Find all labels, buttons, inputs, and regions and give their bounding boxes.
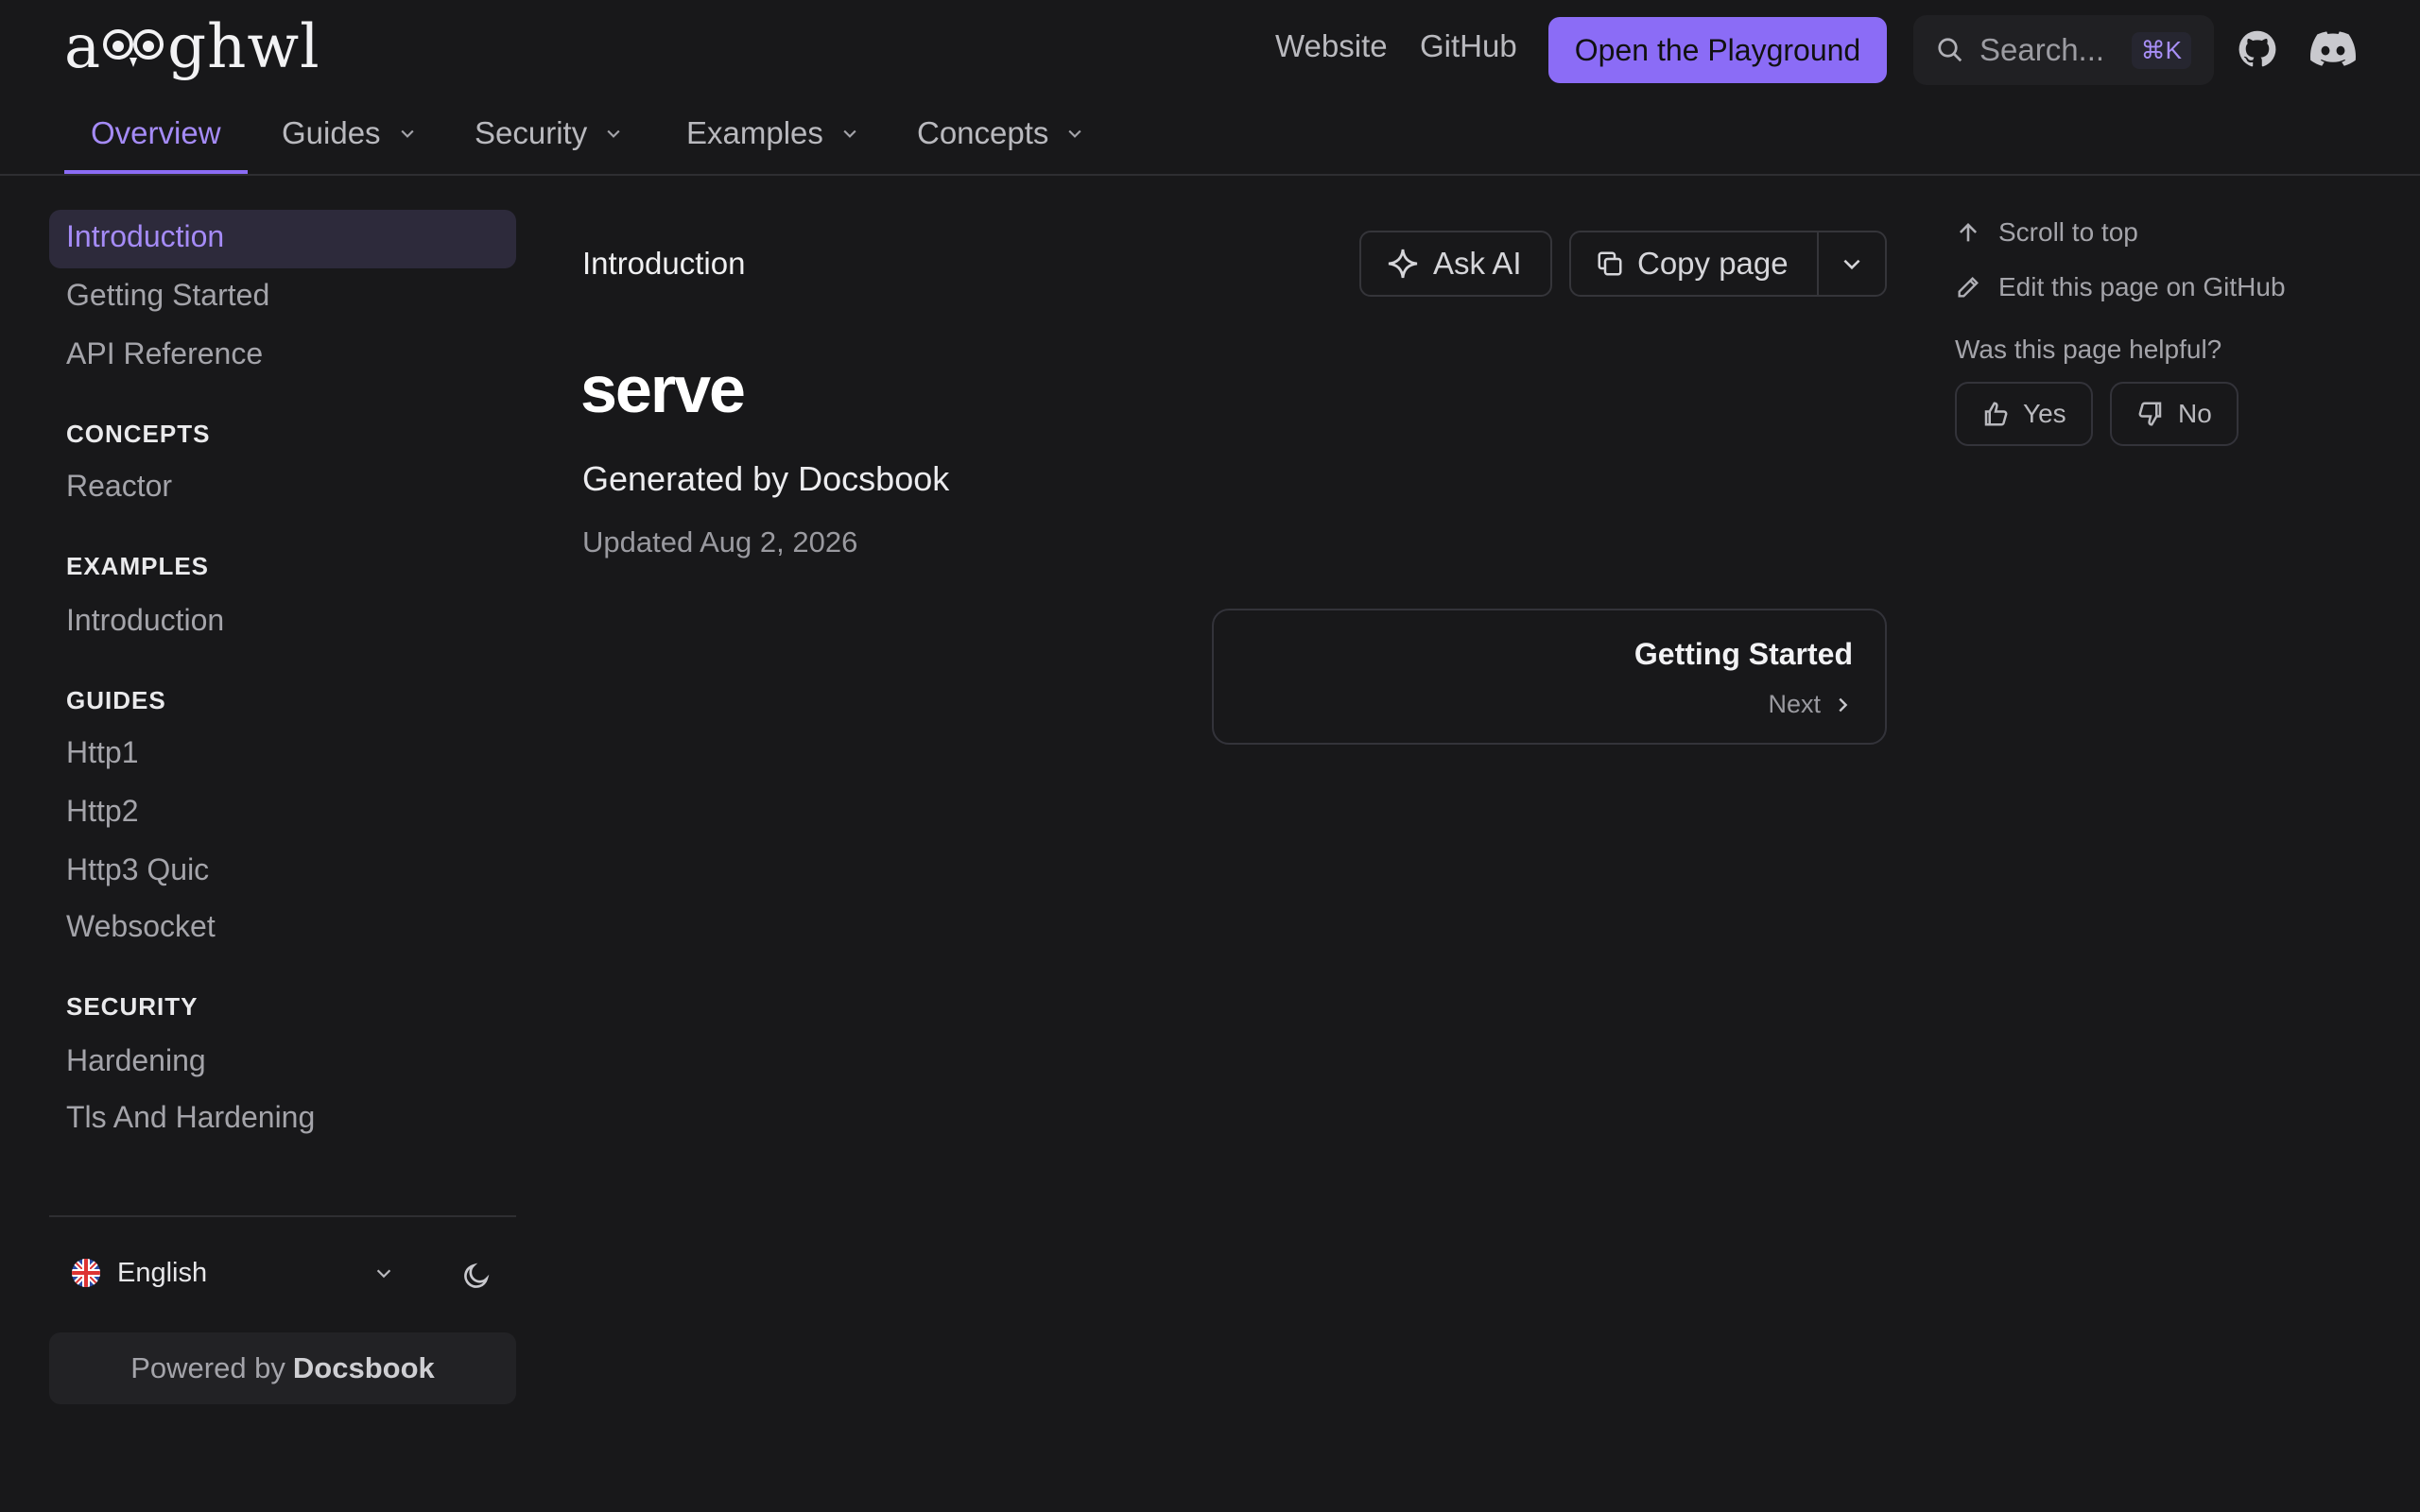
sidebar-divider [49, 1215, 516, 1217]
language-select[interactable]: English [70, 1257, 394, 1289]
powered-by-badge[interactable]: Powered by Docsbook [49, 1332, 516, 1404]
tab-label: Overview [91, 115, 221, 150]
sidebar-item-websocket[interactable]: Websocket [66, 909, 216, 944]
chevron-down-icon [607, 129, 620, 138]
yes-label: Yes [2023, 399, 2066, 428]
sidebar-item-getting-started[interactable]: Getting Started [66, 278, 269, 313]
sidebar-item-hardening[interactable]: Hardening [66, 1043, 206, 1078]
updated-date: Updated Aug 2, 2026 [582, 525, 858, 558]
tab-concepts[interactable]: Concepts [917, 115, 1084, 151]
ask-ai-button[interactable]: Ask AI [1359, 231, 1552, 297]
website-link[interactable]: Website [1275, 28, 1388, 64]
thumbs-up-icon [1984, 402, 2008, 426]
language-label: English [117, 1257, 208, 1288]
logo-text-tail: ghwl [167, 12, 320, 82]
tab-overview[interactable]: Overview [91, 115, 221, 151]
sidebar-item-introduction[interactable]: Introduction [66, 219, 224, 254]
helpful-yes-button[interactable]: Yes [1955, 382, 2093, 446]
sidebar-heading-guides: GUIDES [66, 686, 166, 714]
arrow-up-icon [1959, 223, 1978, 242]
chevron-down-icon [400, 129, 414, 138]
next-page-label: Next [1768, 690, 1853, 719]
github-link[interactable]: GitHub [1420, 28, 1517, 64]
tab-examples[interactable]: Examples [686, 115, 859, 151]
copy-icon [1598, 251, 1622, 276]
search-input[interactable]: Search... ⌘K [1913, 15, 2214, 85]
powered-prefix: Powered by [130, 1351, 285, 1384]
chevron-down-icon [843, 129, 856, 138]
edit-on-github-label: Edit this page on GitHub [1998, 272, 2286, 301]
logo-text: a [64, 12, 102, 82]
search-placeholder: Search... [1979, 32, 2105, 67]
next-page-card[interactable]: Getting Started Next [1212, 609, 1887, 745]
sidebar-item-api-reference[interactable]: API Reference [66, 336, 263, 371]
copy-page-label[interactable]: Copy page [1637, 246, 1789, 282]
pencil-icon [1958, 277, 1979, 298]
tab-label: Concepts [917, 115, 1049, 150]
copy-page-button-group: Copy page [1569, 231, 1887, 297]
breadcrumb: Introduction [582, 246, 746, 281]
tab-label: Examples [686, 115, 823, 150]
chevron-down-icon [376, 1269, 391, 1279]
no-label: No [2178, 399, 2212, 428]
sparkle-icon [1388, 249, 1418, 279]
ask-ai-label: Ask AI [1433, 246, 1522, 281]
moon-icon [464, 1263, 490, 1288]
tab-guides[interactable]: Guides [282, 115, 417, 151]
sidebar-heading-security: SECURITY [66, 992, 199, 1021]
chevron-right-icon [1839, 697, 1848, 712]
sidebar-item-examples-introduction[interactable]: Introduction [66, 603, 224, 638]
helpful-no-button[interactable]: No [2110, 382, 2238, 446]
sidebar-heading-examples: EXAMPLES [66, 552, 210, 580]
active-tab-indicator [64, 170, 248, 174]
powered-brand: Docsbook [292, 1351, 435, 1384]
sidebar-heading-concepts: CONCEPTS [66, 420, 211, 448]
sidebar-item-http2[interactable]: Http2 [66, 794, 138, 829]
thumbs-down-icon [2138, 402, 2162, 426]
tab-security[interactable]: Security [475, 115, 623, 151]
helpful-question: Was this page helpful? [1955, 335, 2222, 364]
next-label: Next [1768, 690, 1821, 718]
page-subtitle: Generated by Docsbook [582, 459, 950, 498]
owl-eyes-icon [103, 29, 164, 67]
sidebar-item-http1[interactable]: Http1 [66, 735, 138, 770]
theme-toggle[interactable] [461, 1261, 492, 1291]
tab-label: Guides [282, 115, 381, 150]
uk-flag-icon [72, 1259, 100, 1287]
chevron-down-icon [1068, 129, 1082, 138]
copy-options-dropdown[interactable] [1817, 232, 1885, 295]
sidebar-item-tls-and-hardening[interactable]: Tls And Hardening [66, 1100, 315, 1135]
sidebar-item-reactor[interactable]: Reactor [66, 469, 172, 504]
page-title: serve [580, 352, 746, 426]
next-page-title: Getting Started [1634, 637, 1853, 671]
search-icon [1938, 38, 1962, 62]
top-header: a ghwl Website GitHub Open the Playgroun… [0, 0, 2420, 176]
sidebar-item-http3-quic[interactable]: Http3 Quic [66, 852, 209, 887]
tab-label: Security [475, 115, 588, 150]
logo[interactable]: a ghwl [64, 12, 320, 82]
edit-on-github-link[interactable]: Edit this page on GitHub [1955, 272, 2286, 302]
search-shortcut: ⌘K [2131, 31, 2191, 69]
scroll-to-top-label: Scroll to top [1998, 217, 2138, 247]
open-playground-button[interactable]: Open the Playground [1548, 17, 1887, 83]
scroll-to-top-link[interactable]: Scroll to top [1955, 217, 2138, 248]
github-icon[interactable] [2237, 28, 2278, 70]
chevron-down-icon [1843, 259, 1860, 270]
discord-icon[interactable] [2310, 28, 2356, 70]
